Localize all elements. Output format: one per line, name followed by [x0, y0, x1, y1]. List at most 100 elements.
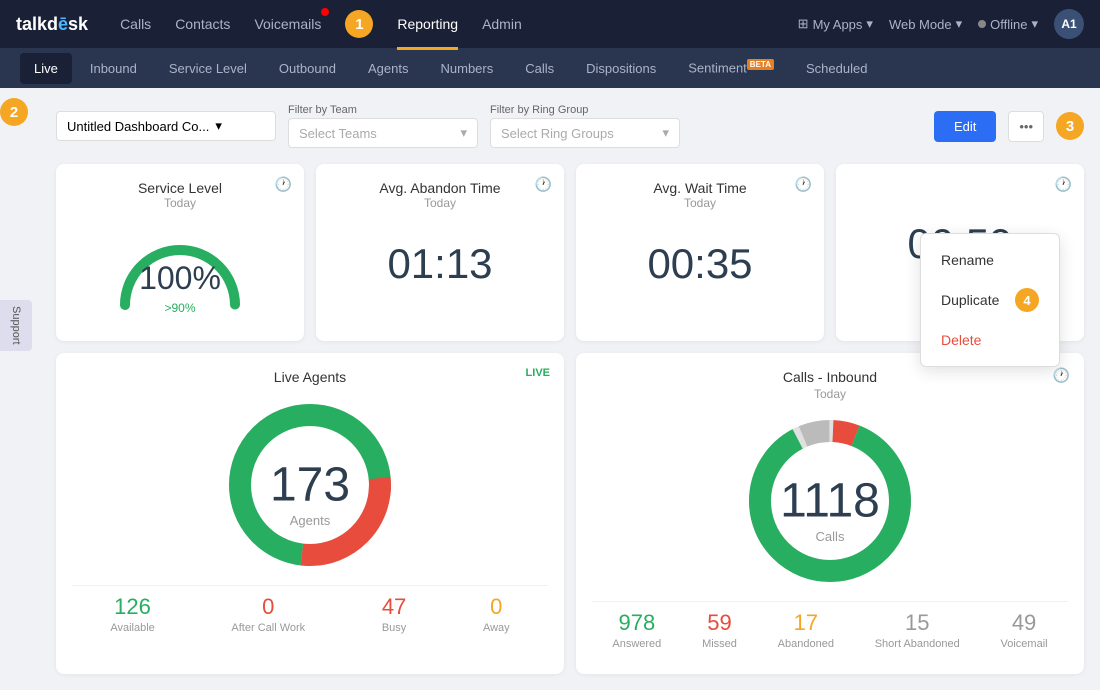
stat-busy: 47 Busy [382, 594, 406, 634]
filter-ring-group: Filter by Ring Group Select Ring Groups … [490, 104, 680, 148]
subnav-outbound[interactable]: Outbound [265, 53, 350, 84]
clock-icon: 🕐 [275, 176, 292, 193]
avg-abandon-time-widget: 🕐 Avg. Abandon Time Today 01:13 [316, 164, 564, 341]
stat-label: Abandoned [778, 638, 834, 650]
filter-ring-label: Filter by Ring Group [490, 104, 680, 116]
stat-label: Voicemail [1001, 638, 1048, 650]
subnav-agents[interactable]: Agents [354, 53, 422, 84]
stat-value: 126 [110, 594, 154, 620]
beta-badge: BETA [747, 59, 774, 70]
sub-navigation: Live Inbound Service Level Outbound Agen… [0, 48, 1100, 88]
web-mode-button[interactable]: Web Mode ▾ [889, 16, 962, 32]
clock-icon: 🕐 [1053, 367, 1070, 384]
service-level-widget: 🕐 Service Level Today 100% >90% [56, 164, 304, 341]
gauge-container: 100% >90% [72, 220, 288, 325]
nav-admin[interactable]: Admin [482, 12, 522, 36]
nav-contacts[interactable]: Contacts [175, 12, 230, 36]
support-tab[interactable]: Support [0, 300, 32, 351]
subnav-calls[interactable]: Calls [511, 53, 568, 84]
step3-badge: 3 [1056, 112, 1084, 140]
calls-stats-row: 978 Answered 59 Missed 17 Abandoned 15 S… [592, 601, 1068, 658]
stat-value: 0 [231, 594, 305, 620]
subnav-sentiment[interactable]: SentimentBETA [674, 52, 788, 83]
dropdown-rename[interactable]: Rename [921, 242, 1059, 278]
donut-chart-calls: 1118 Calls [740, 411, 920, 591]
stat-value: 0 [483, 594, 510, 620]
dropdown-duplicate[interactable]: Duplicate 4 [921, 278, 1059, 322]
chart-title: Live Agents [72, 369, 548, 385]
donut-chart-agents: 173 Agents [220, 395, 400, 575]
subnav-inbound[interactable]: Inbound [76, 53, 151, 84]
filter-team-group: Filter by Team Select Teams ▾ [288, 104, 478, 148]
live-badge: LIVE [526, 367, 550, 379]
my-apps-button[interactable]: ⊞ My Apps ▾ [798, 16, 873, 32]
app-logo: talkdēsk [16, 14, 88, 35]
bottom-charts-row: Live Agents LIVE 173 Agents [56, 353, 1084, 674]
dashboard-toolbar: Untitled Dashboard Co... ▾ Filter by Tea… [56, 104, 1084, 148]
dashboard-selector[interactable]: Untitled Dashboard Co... ▾ [56, 111, 276, 141]
donut-label: Calls [816, 529, 845, 544]
widget-subtitle: Today [332, 196, 548, 210]
edit-button[interactable]: Edit [934, 111, 996, 142]
chevron-down-icon: ▾ [1031, 16, 1038, 32]
stat-label: Short Abandoned [875, 638, 960, 650]
chart-header: Calls - Inbound Today [592, 369, 1068, 401]
chevron-down-icon: ▾ [866, 16, 873, 32]
chart-subtitle: Today [592, 387, 1068, 401]
clock-icon: 🕐 [1055, 176, 1072, 193]
chevron-down-icon: ▾ [956, 16, 963, 32]
clock-icon: 🕐 [535, 176, 552, 193]
stat-after-call: 0 After Call Work [231, 594, 305, 634]
nav-calls[interactable]: Calls [120, 12, 151, 36]
widget-subtitle: Today [72, 196, 288, 210]
stat-label: After Call Work [231, 622, 305, 634]
status-dot-icon [978, 20, 986, 28]
nav-right-section: ⊞ My Apps ▾ Web Mode ▾ Offline ▾ A1 [798, 9, 1084, 39]
status-button[interactable]: Offline ▾ [978, 16, 1038, 32]
filter-team-select[interactable]: Select Teams ▾ [288, 118, 478, 148]
user-avatar[interactable]: A1 [1054, 9, 1084, 39]
grid-icon: ⊞ [798, 16, 809, 32]
widget-subtitle: Today [592, 196, 808, 210]
widget-title: Service Level [72, 180, 288, 196]
stat-away: 0 Away [483, 594, 510, 634]
more-options-button[interactable]: ••• [1008, 111, 1044, 142]
live-agents-card: Live Agents LIVE 173 Agents [56, 353, 564, 674]
donut-label: Agents [290, 513, 330, 528]
stat-missed: 59 Missed [702, 610, 737, 650]
donut-value: 1118 [780, 474, 880, 529]
subnav-scheduled[interactable]: Scheduled [792, 53, 881, 84]
avg-wait-time-widget: 🕐 Avg. Wait Time Today 00:35 [576, 164, 824, 341]
top-navigation: talkdēsk Calls Contacts Voicemails 1 Rep… [0, 0, 1100, 48]
step1-badge: 1 [345, 10, 373, 38]
step2-badge: 2 [0, 98, 28, 126]
chevron-down-icon: ▾ [215, 118, 222, 134]
gauge-threshold: >90% [164, 301, 195, 315]
nav-voicemails[interactable]: Voicemails [254, 12, 321, 36]
stat-value: 17 [778, 610, 834, 636]
filter-ring-select[interactable]: Select Ring Groups ▾ [490, 118, 680, 148]
dropdown-delete[interactable]: Delete [921, 322, 1059, 358]
stat-value: 978 [612, 610, 661, 636]
filter-team-label: Filter by Team [288, 104, 478, 116]
nav-reporting[interactable]: Reporting [397, 12, 458, 36]
dropdown-menu: Rename Duplicate 4 Delete [920, 233, 1060, 367]
main-content: 2 Untitled Dashboard Co... ▾ Filter by T… [0, 88, 1100, 690]
subnav-numbers[interactable]: Numbers [427, 53, 508, 84]
chart-title: Calls - Inbound [592, 369, 1068, 385]
stat-label: Away [483, 622, 510, 634]
stat-label: Busy [382, 622, 406, 634]
stat-abandoned: 17 Abandoned [778, 610, 834, 650]
stat-available: 126 Available [110, 594, 154, 634]
stat-value: 59 [702, 610, 737, 636]
subnav-service-level[interactable]: Service Level [155, 53, 261, 84]
stat-short-abandoned: 15 Short Abandoned [875, 610, 960, 650]
chevron-down-icon: ▾ [662, 125, 669, 141]
subnav-live[interactable]: Live [20, 53, 72, 84]
subnav-dispositions[interactable]: Dispositions [572, 53, 670, 84]
stat-answered: 978 Answered [612, 610, 661, 650]
stat-value: 15 [875, 610, 960, 636]
donut-value: 173 [270, 458, 350, 513]
chart-header: Live Agents [72, 369, 548, 385]
time-value: 00:35 [592, 220, 808, 298]
